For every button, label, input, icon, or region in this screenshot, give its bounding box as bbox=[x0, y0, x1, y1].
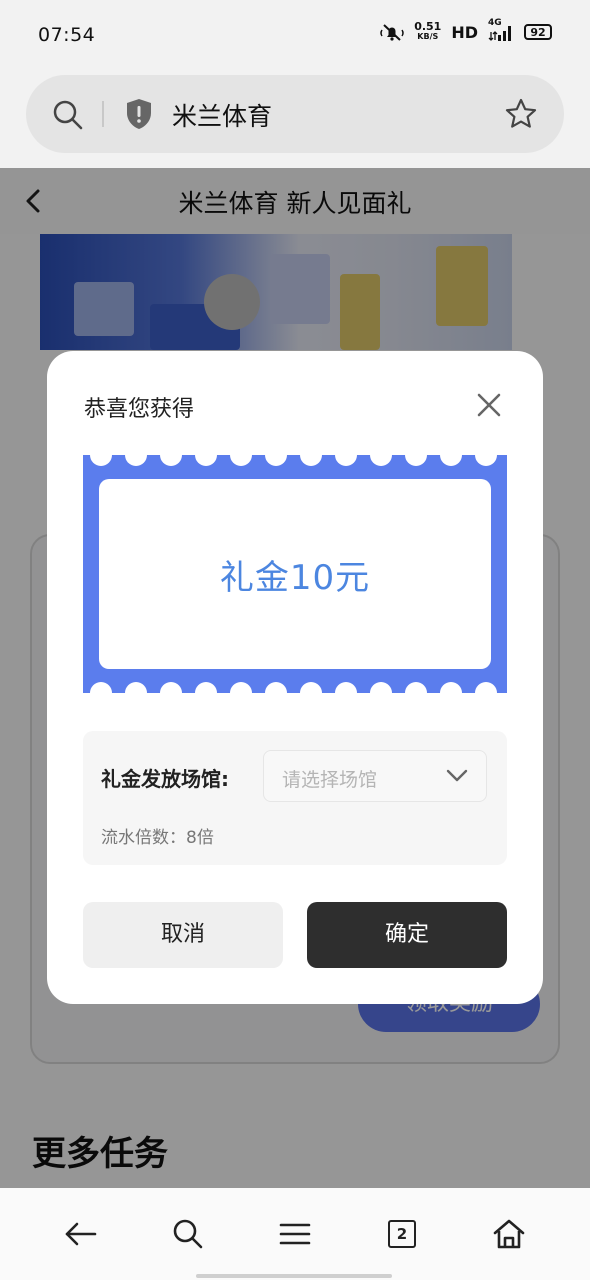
nav-search[interactable] bbox=[168, 1214, 208, 1254]
home-icon bbox=[493, 1219, 525, 1249]
venue-placeholder: 请选择场馆 bbox=[282, 769, 378, 791]
cancel-button[interactable]: 取消 bbox=[83, 902, 283, 968]
search-icon[interactable] bbox=[52, 99, 84, 131]
menu-icon bbox=[279, 1223, 311, 1245]
speed-unit: KB/S bbox=[417, 32, 439, 41]
coupon-scallop-top bbox=[90, 455, 497, 466]
tab-count-icon: 2 bbox=[388, 1220, 416, 1248]
dialog-title: 恭喜您获得 bbox=[84, 397, 195, 422]
confirm-button[interactable]: 确定 bbox=[307, 902, 507, 968]
status-icons: 0.51 KB/S HD 4G 92 bbox=[380, 18, 552, 42]
star-icon[interactable] bbox=[504, 97, 538, 131]
coupon-inner: 礼金10元 bbox=[99, 479, 491, 669]
coupon-card: 礼金10元 bbox=[83, 455, 507, 693]
coupon-scallop-bottom bbox=[90, 682, 497, 693]
hd-indicator: HD bbox=[451, 22, 478, 42]
browser-bottom-nav: 2 bbox=[0, 1188, 590, 1280]
venue-label: 礼金发放场馆: bbox=[101, 767, 229, 791]
url-divider bbox=[102, 101, 104, 127]
nav-back[interactable] bbox=[61, 1214, 101, 1254]
nav-home[interactable] bbox=[489, 1214, 529, 1254]
nav-tabs[interactable]: 2 bbox=[382, 1214, 422, 1254]
status-bar: 07:54 0.51 KB/S HD 4G 92 bbox=[0, 0, 590, 70]
signal-icon: 4G bbox=[488, 18, 514, 42]
url-box[interactable]: 米兰体育 bbox=[26, 75, 564, 153]
venue-select[interactable]: 请选择场馆 bbox=[263, 750, 487, 802]
speed-value: 0.51 bbox=[414, 20, 442, 33]
rollover-multiplier: 流水倍数：8倍 bbox=[101, 828, 214, 848]
chevron-down-icon bbox=[446, 769, 468, 782]
venue-section: 礼金发放场馆: 请选择场馆 流水倍数：8倍 bbox=[83, 731, 507, 865]
arrow-left-icon bbox=[65, 1222, 97, 1246]
nav-menu[interactable] bbox=[275, 1214, 315, 1254]
network-speed: 0.51 KB/S bbox=[414, 20, 442, 42]
url-text[interactable]: 米兰体育 bbox=[172, 97, 272, 133]
battery-icon: 92 bbox=[524, 24, 552, 40]
browser-address-bar: 米兰体育 bbox=[0, 70, 590, 168]
coupon-amount: 礼金10元 bbox=[219, 557, 371, 598]
search-icon bbox=[173, 1219, 203, 1249]
shield-icon[interactable] bbox=[124, 97, 154, 131]
reward-dialog: 恭喜您获得 礼金10元 礼金发放场馆: 请选择场馆 流水倍数：8倍 取消 确定 bbox=[47, 351, 543, 1004]
close-icon[interactable] bbox=[475, 391, 503, 419]
status-time: 07:54 bbox=[38, 24, 96, 46]
mute-bell-icon bbox=[380, 24, 404, 41]
home-indicator bbox=[196, 1274, 392, 1278]
